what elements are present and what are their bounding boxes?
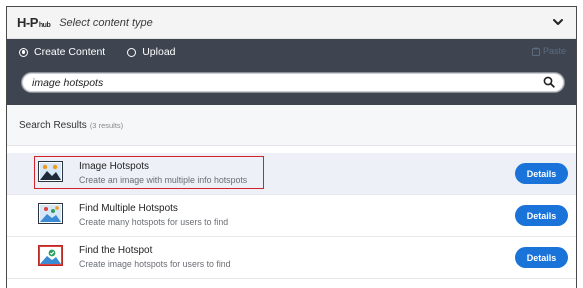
result-row[interactable]: Find the Hotspot Create image hotspots f… xyxy=(7,237,576,279)
radio-selected-icon xyxy=(19,47,28,57)
clipboard-icon xyxy=(531,47,540,56)
search-input[interactable] xyxy=(32,76,522,89)
find-the-hotspot-icon xyxy=(38,245,63,266)
result-title: Find the Hotspot xyxy=(79,245,153,256)
results-count: (3 results) xyxy=(89,120,124,130)
results-label: Search Results xyxy=(19,119,87,131)
h5p-hub-logo: H-P hub xyxy=(17,15,51,30)
result-row[interactable]: Find Multiple Hotspots Create many hotsp… xyxy=(7,195,576,237)
chevron-down-icon[interactable] xyxy=(552,16,564,28)
details-button[interactable]: Details xyxy=(515,163,568,184)
radio-unselected-icon xyxy=(127,47,137,57)
tab-upload[interactable]: Upload xyxy=(117,39,176,65)
paste-label: Paste xyxy=(542,46,566,56)
result-title: Find Multiple Hotspots xyxy=(79,203,178,214)
tab-create-label: Create Content xyxy=(34,46,106,58)
logo-main: H-P xyxy=(17,15,38,30)
search-area xyxy=(7,65,576,105)
selector-header[interactable]: H-P hub Select content type xyxy=(7,7,576,39)
details-button[interactable]: Details xyxy=(515,205,568,226)
highlight-box xyxy=(34,156,264,189)
content-type-selector: H-P hub Select content type Create Conten… xyxy=(6,6,577,288)
tab-create-content[interactable]: Create Content xyxy=(7,39,118,65)
logo-sub: hub xyxy=(38,22,51,29)
tab-upload-label: Upload xyxy=(142,46,176,58)
results-spacer xyxy=(7,146,576,153)
tab-bar: Create Content Upload Paste xyxy=(7,39,576,65)
result-description: Create many hotspots for users to find xyxy=(79,217,229,227)
result-description: Create image hotspots for users to find xyxy=(79,259,231,269)
results-header: Search Results (3 results) xyxy=(7,105,576,146)
selector-title: Select content type xyxy=(59,16,153,29)
search-box[interactable] xyxy=(21,72,565,93)
result-row[interactable]: Image Hotspots Create an image with mult… xyxy=(7,153,576,195)
find-multiple-hotspots-icon xyxy=(38,203,63,224)
search-icon[interactable] xyxy=(543,76,555,88)
paste-button[interactable]: Paste xyxy=(531,46,566,56)
details-button[interactable]: Details xyxy=(515,247,568,268)
